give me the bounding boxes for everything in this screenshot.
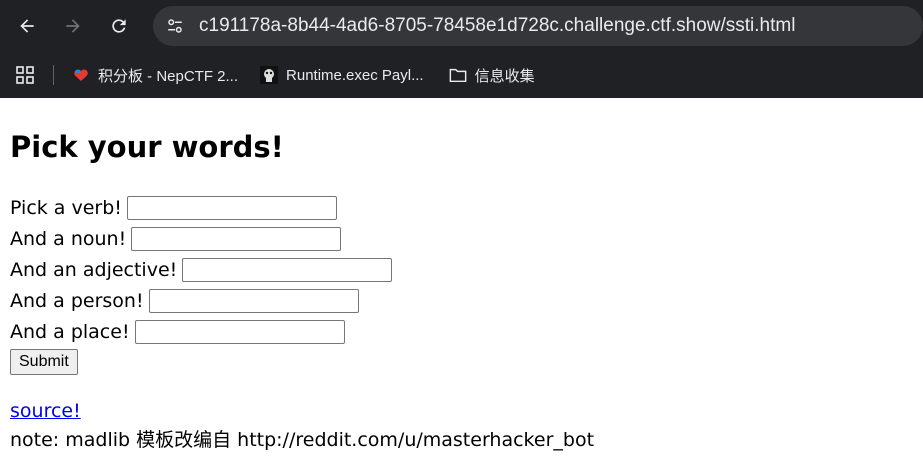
adjective-input[interactable]	[182, 257, 393, 282]
back-button[interactable]	[15, 14, 39, 38]
page-title: Pick your words!	[10, 130, 284, 164]
forward-button[interactable]	[61, 14, 85, 38]
arrow-right-icon	[66, 19, 80, 33]
form-row-place: And a place!	[10, 316, 913, 347]
heart-flag-icon	[72, 66, 90, 84]
form-row-verb: Pick a verb!	[10, 192, 913, 223]
folder-icon	[449, 66, 467, 84]
bookmark-item[interactable]: Runtime.exec Payl...	[260, 66, 424, 84]
note-text: note: madlib 模板改编自 http://reddit.com/u/m…	[10, 429, 595, 451]
bookmark-label: Runtime.exec Payl...	[286, 66, 424, 84]
bookmark-item[interactable]: 积分板 - NepCTF 2...	[72, 65, 238, 86]
place-label: And a place!	[10, 320, 130, 343]
bookmarks-bar: 积分板 - NepCTF 2... Runtime.exec Payl... 信…	[0, 52, 923, 98]
tune-icon	[168, 19, 182, 33]
submit-button[interactable]: Submit	[10, 349, 78, 375]
noun-input[interactable]	[131, 226, 342, 251]
url-text[interactable]: c191178a-8b44-4ad6-8705-78458e1d728c.cha…	[199, 15, 795, 37]
bookmark-label: 信息收集	[474, 67, 535, 85]
apps-grid-icon[interactable]	[15, 65, 35, 85]
form-row-person: And a person!	[10, 285, 913, 316]
form-row-adjective: And an adjective!	[10, 254, 913, 285]
arrow-left-icon	[20, 19, 34, 33]
address-bar[interactable]: c191178a-8b44-4ad6-8705-78458e1d728c.cha…	[153, 6, 923, 46]
site-info-button[interactable]	[161, 12, 189, 40]
page-content: Pick your words! Pick a verb! And a noun…	[0, 130, 923, 453]
verb-input[interactable]	[126, 195, 337, 220]
form-row-noun: And a noun!	[10, 223, 913, 254]
browser-chrome: c191178a-8b44-4ad6-8705-78458e1d728c.cha…	[0, 0, 923, 98]
adjective-label: And an adjective!	[10, 258, 178, 281]
bookmark-favicon	[260, 66, 279, 84]
reload-icon	[112, 19, 126, 33]
verb-label: Pick a verb!	[10, 196, 122, 219]
person-input[interactable]	[148, 288, 359, 313]
person-label: And a person!	[10, 289, 144, 312]
madlib-form: Pick a verb! And a noun! And an adjectiv…	[10, 192, 913, 375]
bookmarks-divider	[53, 65, 54, 85]
bookmark-label: 积分板 - NepCTF 2...	[98, 67, 239, 85]
noun-label: And a noun!	[10, 227, 127, 250]
reload-button[interactable]	[107, 14, 131, 38]
source-link[interactable]: source!	[10, 398, 913, 424]
browser-toolbar: c191178a-8b44-4ad6-8705-78458e1d728c.cha…	[0, 0, 923, 52]
bookmark-folder[interactable]: 信息收集	[449, 65, 535, 86]
place-input[interactable]	[134, 319, 345, 344]
